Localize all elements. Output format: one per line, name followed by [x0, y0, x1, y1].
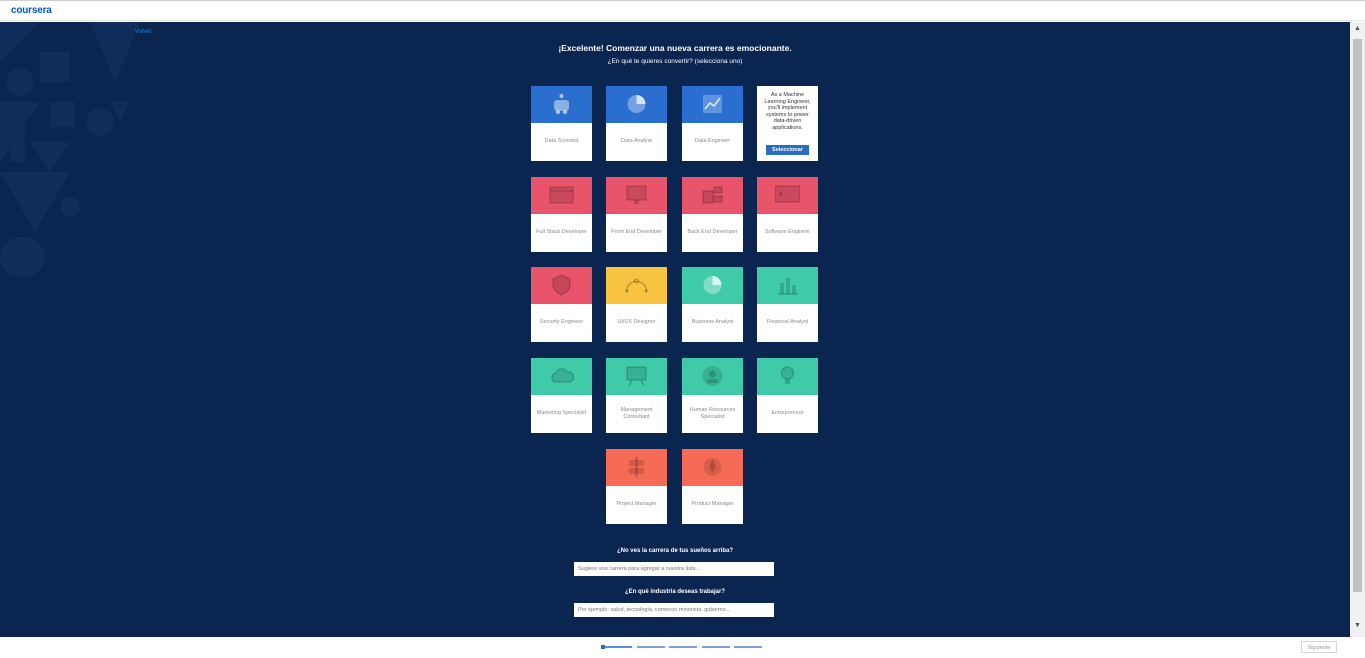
career-description: As a Machine Learning Engineer, you'll i… — [764, 92, 811, 131]
career-card-header — [757, 358, 818, 395]
career-label: Human Resources Specialist — [689, 406, 736, 421]
career-card-back-end-developer[interactable]: Back End Developer — [682, 177, 743, 252]
terminal-icon — [775, 185, 800, 203]
career-label: Software Engineer — [764, 229, 811, 236]
lightbulb-icon — [781, 366, 794, 384]
career-label: Front End Developer — [611, 229, 662, 236]
career-card-project-manager[interactable]: Project Manager — [606, 449, 667, 524]
career-label: Financial Analyst — [766, 319, 809, 326]
career-card-header — [531, 358, 592, 395]
scrollbar[interactable]: ▲ ▼ — [1350, 22, 1365, 637]
career-card-header — [606, 86, 667, 123]
career-label: UI/UX Designer — [617, 319, 656, 326]
career-card-full-stack-developer[interactable]: Full Stack Developer — [531, 177, 592, 252]
career-label: Business Analyst — [691, 319, 734, 326]
career-card-machine-learning-engineer[interactable]: As a Machine Learning Engineer, you'll i… — [757, 86, 818, 161]
robot-icon — [554, 94, 569, 114]
industry-question: ¿En qué industria deseas trabajar? — [624, 589, 726, 595]
signpost-icon — [628, 457, 645, 477]
career-label: Product Manager — [691, 501, 734, 508]
career-card-data-engineer[interactable]: Data Engineer — [682, 86, 743, 161]
career-card-header — [757, 267, 818, 304]
career-card-header — [606, 358, 667, 395]
career-card-data-scientist[interactable]: Data Scientist — [531, 86, 592, 161]
person-icon — [702, 366, 723, 386]
career-card-security-engineer[interactable]: Security Engineer — [531, 267, 592, 342]
career-card-front-end-developer[interactable]: Front End Developer — [606, 177, 667, 252]
rocket-icon — [703, 458, 722, 476]
career-card-header — [682, 358, 743, 395]
page-title: ¡Excelente! Comenzar una nueva carrera e… — [558, 43, 792, 53]
pen-tool-icon — [625, 278, 648, 293]
career-card-financial-analyst[interactable]: Financial Analyst — [757, 267, 818, 342]
coursera-logo[interactable]: coursera — [11, 5, 52, 16]
step-4 — [702, 646, 730, 648]
next-button[interactable]: Siguiente — [1301, 641, 1337, 653]
career-card-management-consultant[interactable]: Management Consultant — [606, 358, 667, 433]
cloud-icon — [551, 368, 574, 383]
career-card-header — [531, 267, 592, 304]
browser-icon — [549, 186, 574, 204]
top-bar: coursera — [0, 0, 1365, 21]
scrollbar-thumb[interactable] — [1353, 39, 1362, 592]
step-5 — [734, 646, 762, 648]
career-label: Security Engineer — [539, 319, 584, 326]
career-label: Data Analyst — [621, 138, 652, 145]
step-1 — [601, 645, 632, 649]
career-label: Data Engineer — [694, 138, 731, 145]
career-card-header — [682, 267, 743, 304]
line-chart-icon — [703, 95, 722, 113]
career-card-entrepreneur[interactable]: Entrepreneur — [757, 358, 818, 433]
career-card-header — [531, 177, 592, 214]
career-card-header — [682, 86, 743, 123]
dream-career-question: ¿No ves la carrera de tus sueños arriba? — [616, 548, 734, 554]
career-card-human-resources-specialist[interactable]: Human Resources Specialist — [682, 358, 743, 433]
bar-chart-icon — [778, 278, 798, 295]
career-card-software-engineer[interactable]: Software Engineer — [757, 177, 818, 252]
server-icon — [702, 186, 723, 204]
career-card-header — [682, 449, 743, 486]
presentation-icon — [626, 366, 647, 387]
career-card-product-manager[interactable]: Product Manager — [682, 449, 743, 524]
scroll-up-icon[interactable]: ▲ — [1354, 25, 1361, 32]
career-label: Project Manager — [616, 501, 657, 508]
career-card-header — [682, 177, 743, 214]
pie-chart-icon — [703, 276, 722, 294]
shield-icon — [552, 274, 571, 296]
career-card-header — [531, 86, 592, 123]
career-card-data-analyst[interactable]: Data Analyst — [606, 86, 667, 161]
career-card-header — [606, 177, 667, 214]
industry-input[interactable] — [574, 603, 774, 617]
career-label: Full Stack Developer — [536, 229, 587, 236]
main-area: Volver ¡Excelente! Comenzar una nueva ca… — [0, 22, 1350, 637]
dream-career-input[interactable] — [574, 562, 774, 576]
career-label: Management Consultant — [620, 406, 653, 421]
career-label: Back End Developer — [687, 229, 738, 236]
back-link[interactable]: Volver — [135, 29, 152, 35]
footer: Siguiente — [0, 637, 1365, 658]
page-subtitle: ¿En qué te quieres convertir? (seleccion… — [607, 58, 743, 65]
career-card-marketing-specialist[interactable]: Marketing Specialist — [531, 358, 592, 433]
career-label: Marketing Specialist — [536, 410, 587, 417]
step-3 — [669, 646, 697, 648]
code-monitor-icon — [626, 185, 647, 204]
pie-chart-icon — [627, 95, 646, 113]
step-2 — [637, 646, 665, 648]
career-card-ui-ux-designer[interactable]: UI/UX Designer — [606, 267, 667, 342]
career-card-header — [606, 449, 667, 486]
select-button[interactable]: Seleccionar — [766, 145, 809, 155]
scroll-down-icon[interactable]: ▼ — [1354, 622, 1361, 629]
career-label: Data Scientist — [544, 138, 579, 145]
career-card-header — [757, 177, 818, 214]
career-card-business-analyst[interactable]: Business Analyst — [682, 267, 743, 342]
career-label: Entrepreneur — [771, 410, 804, 417]
career-card-header — [606, 267, 667, 304]
